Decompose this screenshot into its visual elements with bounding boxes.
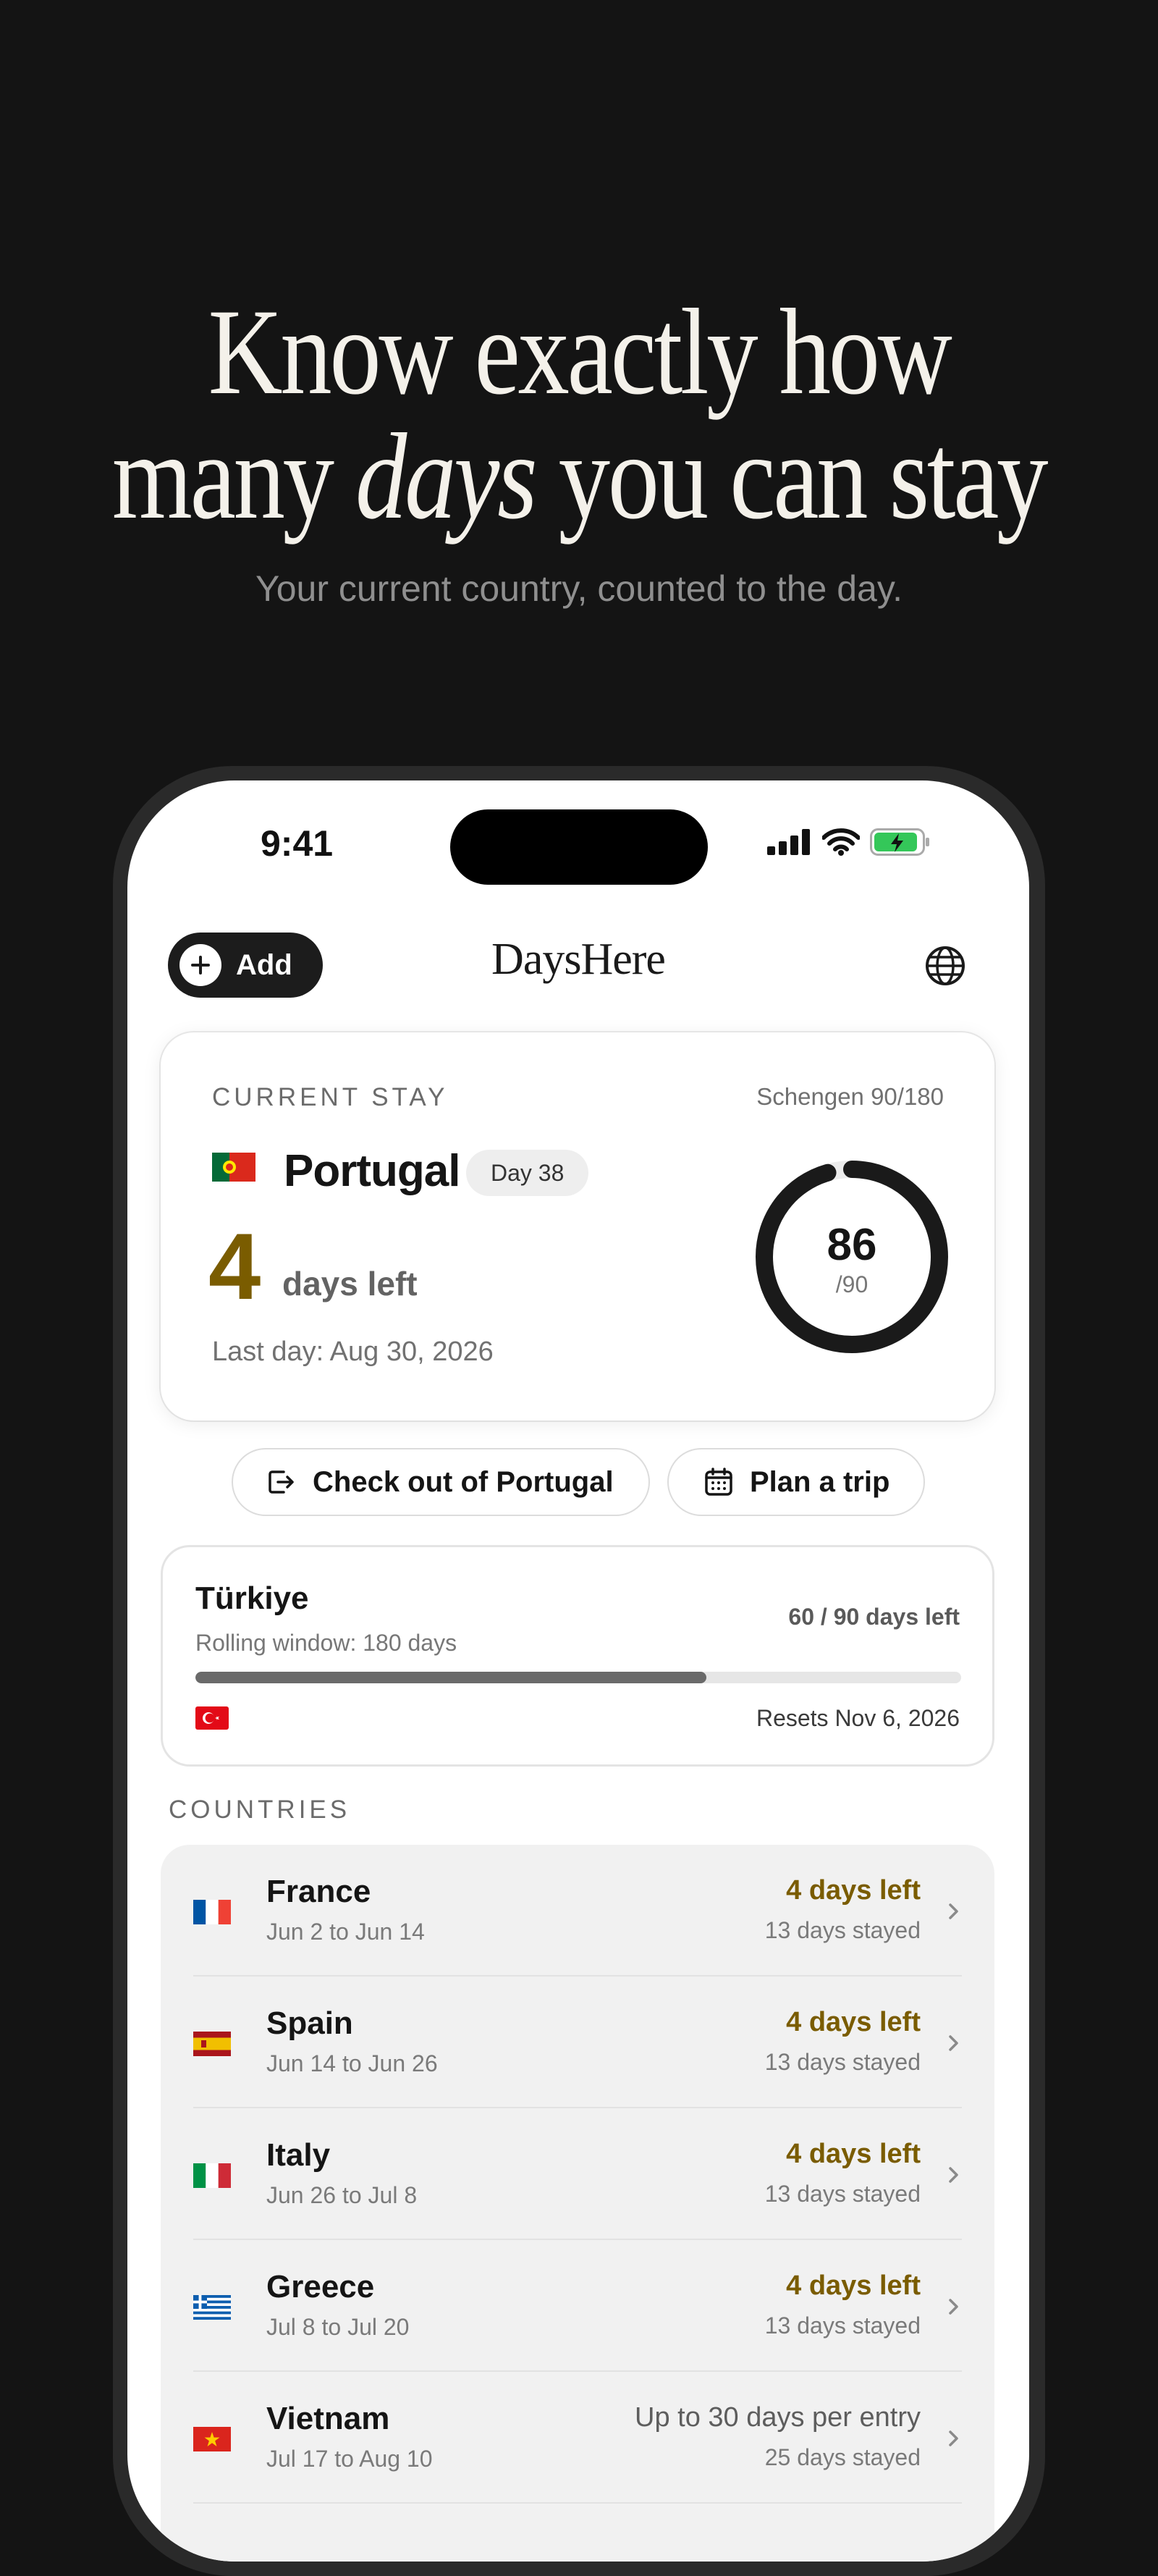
turkiye-name: Türkiye — [195, 1580, 309, 1616]
list-item[interactable]: Spain Jun 14 to Jun 26 4 days left 13 da… — [161, 1977, 994, 2108]
dynamic-island — [450, 809, 708, 885]
hero-title-pre: many — [111, 408, 355, 544]
chevron-right-icon — [949, 2299, 958, 2315]
greece-flag-icon — [193, 2295, 231, 2320]
chevron-right-icon — [949, 2430, 958, 2446]
country-days-stayed: 13 days stayed — [764, 2181, 921, 2207]
plan-trip-button[interactable]: Plan a trip — [667, 1448, 925, 1516]
country-days-stayed: 13 days stayed — [764, 1917, 921, 1943]
hero-title-post: you can stay — [535, 408, 1049, 544]
country-days-stayed: 13 days stayed — [764, 2312, 921, 2339]
day-count-badge: Day 38 — [466, 1150, 589, 1196]
check-out-label: Check out of Portugal — [313, 1465, 614, 1498]
country-name: Italy — [266, 2137, 331, 2173]
globe-icon[interactable] — [924, 945, 966, 987]
country-status: 4 days left — [786, 2139, 921, 2169]
turkiye-card[interactable]: Türkiye Rolling window: 180 days 60 / 90… — [161, 1545, 994, 1767]
hero-subtitle: Your current country, counted to the day… — [255, 568, 903, 609]
country-status: Up to 30 days per entry — [635, 2402, 921, 2433]
status-icons — [767, 828, 929, 856]
status-time: 9:41 — [261, 823, 334, 864]
current-country-name: Portugal — [284, 1146, 460, 1196]
cellular-signal-icon — [767, 829, 810, 855]
list-item[interactable]: Italy Jun 26 to Jul 8 4 days left 13 day… — [161, 2108, 994, 2240]
country-name: Vietnam — [266, 2401, 390, 2436]
country-list: France Jun 2 to Jun 14 4 days left 13 da… — [161, 1845, 994, 2562]
last-day-text: Last day: Aug 30, 2026 — [212, 1337, 494, 1367]
turkiye-progress-fill — [195, 1672, 706, 1683]
country-dates: Jun 14 to Jun 26 — [266, 2050, 438, 2076]
turkiye-resets-text: Resets Nov 6, 2026 — [756, 1705, 960, 1731]
country-days-stayed: 25 days stayed — [764, 2444, 921, 2470]
rolling-window-text: Rolling window: 180 days — [195, 1630, 457, 1656]
plan-trip-label: Plan a trip — [750, 1465, 890, 1498]
country-status: 4 days left — [786, 1875, 921, 1906]
hero-title: Know exactly how many days you can stay — [93, 290, 1065, 539]
countries-section-label: COUNTRIES — [169, 1796, 351, 1824]
country-name: Spain — [266, 2005, 353, 2041]
current-stay-label: CURRENT STAY — [212, 1083, 449, 1111]
country-status: 4 days left — [786, 2270, 921, 2301]
vietnam-flag-icon — [193, 2427, 231, 2451]
days-left-number: 4 — [208, 1213, 261, 1319]
chevron-right-icon — [949, 2035, 958, 2051]
wifi-icon — [822, 828, 860, 856]
list-item[interactable]: Vietnam Jul 17 to Aug 10 Up to 30 days p… — [161, 2372, 994, 2504]
list-item[interactable]: Greece Jul 8 to Jul 20 4 days left 13 da… — [161, 2240, 994, 2372]
current-stay-card[interactable]: CURRENT STAY Schengen 90/180 Portugal Da… — [161, 1032, 994, 1420]
chevron-right-icon — [949, 2167, 958, 2183]
days-used-total: /90 — [835, 1271, 868, 1297]
hero-title-line-1: Know exactly how — [208, 284, 952, 420]
days-used-value: 86 — [827, 1220, 877, 1270]
country-dates: Jun 26 to Jul 8 — [266, 2182, 418, 2208]
country-status: 4 days left — [786, 2007, 921, 2037]
app-title: DaysHere — [491, 935, 666, 984]
calendar-icon — [705, 1468, 732, 1496]
phone-screen: 9:41 Add DaysHere CURRENT STAY Schengen … — [127, 780, 1029, 2562]
days-left-label: days left — [282, 1265, 418, 1302]
spain-flag-icon — [193, 2032, 231, 2056]
check-out-button[interactable]: Check out of Portugal — [232, 1448, 650, 1516]
country-dates: Jul 8 to Jul 20 — [266, 2314, 410, 2340]
exit-icon — [269, 1470, 294, 1494]
list-item[interactable]: France Jun 2 to Jun 14 4 days left 13 da… — [161, 1845, 994, 1977]
country-days-stayed: 13 days stayed — [764, 2049, 921, 2075]
turkiye-days-left: 60 / 90 days left — [788, 1604, 960, 1630]
chevron-right-icon — [949, 1903, 958, 1919]
portugal-flag-icon — [212, 1153, 255, 1182]
country-name: France — [266, 1874, 371, 1909]
country-name: Greece — [266, 2269, 375, 2304]
italy-flag-icon — [193, 2163, 231, 2188]
turkiye-progress-bar — [195, 1672, 961, 1683]
schengen-rule-label: Schengen 90/180 — [756, 1083, 944, 1110]
country-dates: Jun 2 to Jun 14 — [266, 1919, 425, 1945]
hero-title-emphasis: days — [355, 408, 538, 544]
country-dates: Jul 17 to Aug 10 — [266, 2446, 433, 2472]
france-flag-icon — [193, 1900, 231, 1924]
battery-icon — [870, 828, 929, 856]
turkiye-flag-icon — [195, 1706, 229, 1730]
hero-title-line-2: many days you can stay — [93, 414, 1065, 539]
